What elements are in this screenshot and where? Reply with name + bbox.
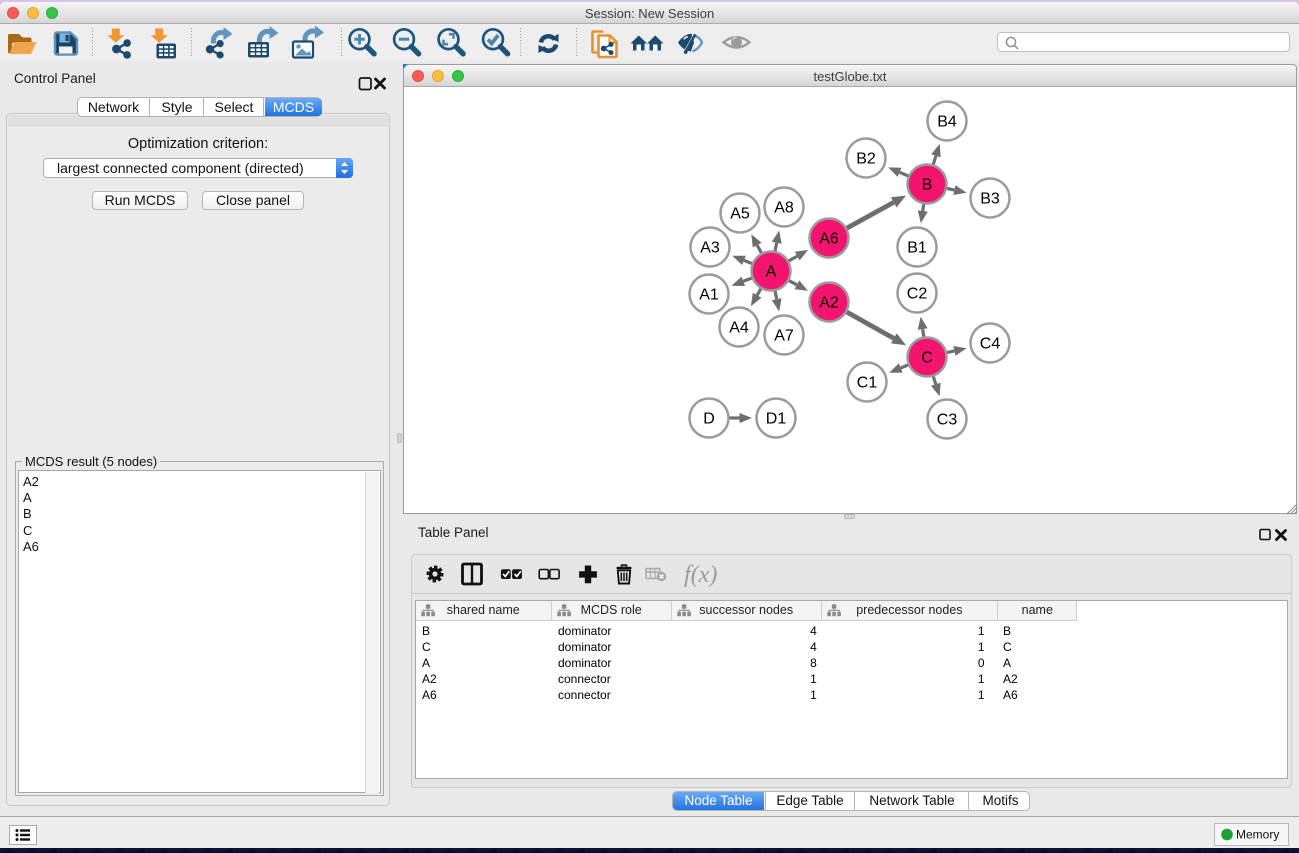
svg-text:B1: B1	[907, 240, 927, 257]
svg-text:D: D	[703, 411, 715, 428]
svg-text:A7: A7	[774, 328, 794, 345]
svg-text:C4: C4	[980, 336, 1001, 353]
svg-text:A2: A2	[819, 295, 839, 312]
svg-text:A3: A3	[700, 240, 720, 257]
svg-text:C: C	[921, 350, 933, 367]
svg-text:A5: A5	[730, 206, 750, 223]
svg-text:C1: C1	[857, 375, 878, 392]
svg-text:B2: B2	[856, 151, 876, 168]
svg-text:B3: B3	[980, 191, 1000, 208]
svg-text:C3: C3	[937, 412, 958, 429]
svg-text:C2: C2	[907, 286, 928, 303]
svg-text:f(x): f(x)	[684, 562, 717, 588]
svg-text:Memory: Memory	[1236, 828, 1279, 842]
svg-text:B4: B4	[937, 114, 957, 131]
svg-text:A6: A6	[819, 231, 839, 248]
svg-text:A8: A8	[774, 200, 794, 217]
svg-text:A4: A4	[729, 320, 749, 337]
svg-text:A: A	[766, 264, 777, 281]
svg-text:A1: A1	[699, 287, 719, 304]
svg-text:B: B	[922, 177, 933, 194]
svg-text:D1: D1	[766, 411, 787, 428]
